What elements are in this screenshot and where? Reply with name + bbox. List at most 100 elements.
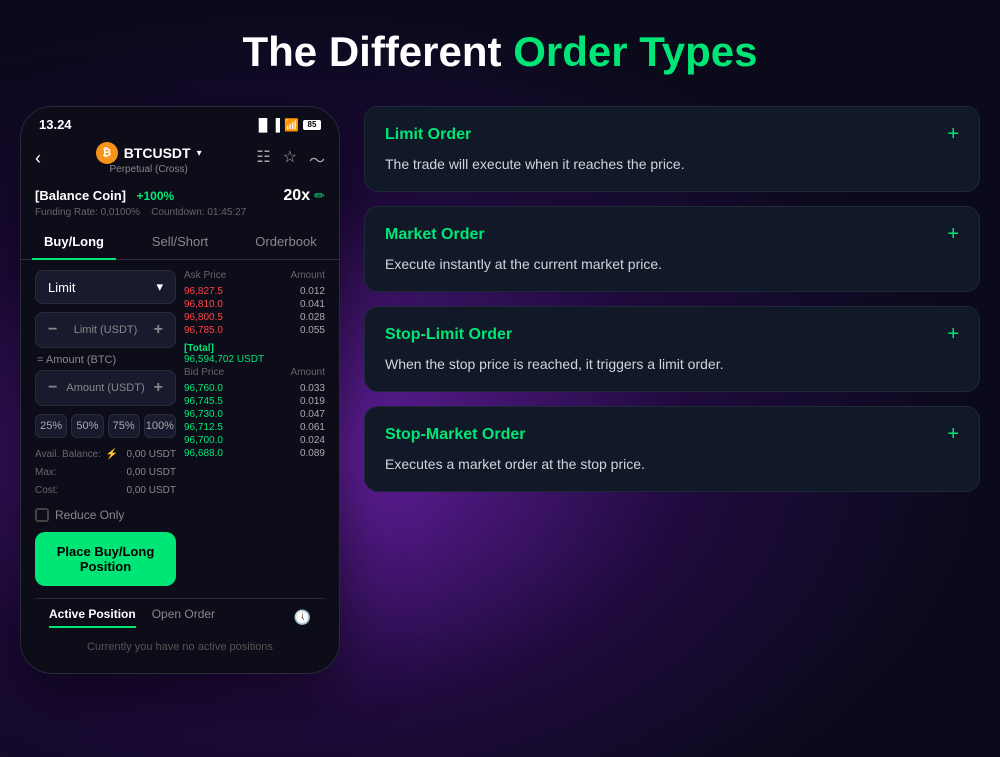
total-label: [Total]: [184, 343, 325, 354]
leverage-badge: 20x: [283, 187, 310, 205]
order-type-label: Limit: [48, 280, 75, 295]
cost-label: Cost:: [35, 482, 58, 500]
market-order-expand-button[interactable]: +: [947, 223, 959, 246]
reduce-only-checkbox[interactable]: [35, 508, 49, 522]
tab-buy-long[interactable]: Buy/Long: [21, 224, 127, 259]
avail-balance-row: Avail. Balance: ⚡ 0,00 USDT: [35, 446, 176, 464]
tab-active-position[interactable]: Active Position: [49, 607, 136, 627]
stop-limit-order-expand-button[interactable]: +: [947, 323, 959, 346]
amount-btc-label: = Amount (BTC): [35, 354, 176, 366]
page-title: The Different Order Types: [243, 28, 758, 76]
pct-25-button[interactable]: 25%: [35, 414, 67, 438]
leverage-row: 20x ✏: [283, 187, 325, 205]
stop-limit-order-card: Stop-Limit Order + When the stop price i…: [364, 306, 980, 392]
reduce-only-label: Reduce Only: [55, 508, 124, 522]
left-column: Limit ▾ − Limit (USDT) + = Amount (BTC) …: [35, 270, 176, 598]
stop-market-order-desc: Executes a market order at the stop pric…: [385, 454, 959, 475]
stop-limit-order-desc: When the stop price is reached, it trigg…: [385, 354, 959, 375]
ask-header: Ask Price Amount: [184, 270, 325, 281]
bid-row-5: 96,700.0 0.024: [184, 434, 325, 447]
phone-mockup: 13.24 ▐▌▐ 📶 85 ‹ ₿ BTCUSDT ▾ Perpetual (…: [20, 106, 340, 674]
back-button[interactable]: ‹: [35, 148, 41, 169]
max-val: 0,00 USDT: [127, 464, 176, 482]
stop-market-order-expand-button[interactable]: +: [947, 423, 959, 446]
pct-row: 25% 50% 75% 100%: [35, 414, 176, 438]
pct-50-button[interactable]: 50%: [71, 414, 103, 438]
market-order-header: Market Order +: [385, 223, 959, 246]
total-section: [Total] 96,594,702 USDT: [184, 343, 325, 365]
balance-label: [Balance Coin]: [35, 188, 126, 203]
stop-market-order-title: Stop-Market Order: [385, 426, 525, 444]
stop-market-order-card: Stop-Market Order + Executes a market or…: [364, 406, 980, 492]
phone-header: ‹ ₿ BTCUSDT ▾ Perpetual (Cross) ☷ ☆ 〜: [21, 138, 339, 181]
main-content: 13.24 ▐▌▐ 📶 85 ‹ ₿ BTCUSDT ▾ Perpetual (…: [20, 106, 980, 674]
trade-tabs: Buy/Long Sell/Short Orderbook: [21, 224, 339, 260]
tab-sell-short[interactable]: Sell/Short: [127, 224, 233, 259]
status-time: 13.24: [39, 117, 72, 132]
bid-header: Bid Price Amount: [184, 367, 325, 378]
stop-market-order-header: Stop-Market Order +: [385, 423, 959, 446]
total-value: 96,594,702 USDT: [184, 354, 325, 365]
wifi-icon: 📶: [284, 118, 299, 132]
pct-75-button[interactable]: 75%: [108, 414, 140, 438]
amount-input-label: Amount (USDT): [57, 382, 153, 394]
edit-leverage-icon[interactable]: ✏: [314, 188, 325, 204]
trend-icon[interactable]: 〜: [309, 147, 325, 171]
title-part1: The Different: [243, 28, 502, 75]
no-positions-text: Currently you have no active positions: [35, 627, 325, 663]
coin-name: BTCUSDT: [124, 145, 191, 161]
bid-row-1: 96,760.0 0.033: [184, 382, 325, 395]
star-icon[interactable]: ☆: [283, 147, 297, 171]
bid-row-2: 96,745.5 0.019: [184, 395, 325, 408]
status-icons: ▐▌▐ 📶 85: [255, 118, 321, 132]
bid-row-4: 96,712.5 0.061: [184, 421, 325, 434]
title-part2: Order Types: [513, 28, 757, 75]
cost-row: Cost: 0,00 USDT: [35, 482, 176, 500]
tab-orderbook[interactable]: Orderbook: [233, 224, 339, 259]
coin-subtitle: Perpetual (Cross): [96, 164, 202, 175]
market-order-card: Market Order + Execute instantly at the …: [364, 206, 980, 292]
limit-order-card: Limit Order + The trade will execute whe…: [364, 106, 980, 192]
coin-dropdown-icon[interactable]: ▾: [197, 148, 202, 159]
place-order-button[interactable]: Place Buy/Long Position: [35, 532, 176, 586]
bid-price-label: Bid Price: [184, 367, 224, 378]
lightning-icon: ⚡: [106, 449, 118, 460]
trade-body: Limit ▾ − Limit (USDT) + = Amount (BTC) …: [21, 260, 339, 673]
bid-amount-label: Amount: [291, 367, 325, 378]
header-icons: ☷ ☆ 〜: [256, 147, 325, 171]
cost-val: 0,00 USDT: [127, 482, 176, 500]
limit-order-title: Limit Order: [385, 126, 471, 144]
amount-plus-button[interactable]: +: [154, 379, 163, 397]
limit-order-expand-button[interactable]: +: [947, 123, 959, 146]
market-order-title: Market Order: [385, 226, 485, 244]
avail-balance-label: Avail. Balance: ⚡: [35, 446, 118, 464]
limit-plus-button[interactable]: +: [154, 321, 163, 339]
ask-amount-label: Amount: [291, 270, 325, 281]
signal-icon: ▐▌▐: [255, 118, 281, 132]
tab-open-order[interactable]: Open Order: [152, 607, 215, 627]
max-label: Max:: [35, 464, 57, 482]
ask-row-4: 96,785.0 0.055: [184, 324, 325, 337]
stats-section: Avail. Balance: ⚡ 0,00 USDT Max: 0,00 US…: [35, 446, 176, 500]
history-icon[interactable]: 🕔: [294, 609, 311, 626]
status-bar: 13.24 ▐▌▐ 📶 85: [21, 107, 339, 138]
limit-minus-button[interactable]: −: [48, 321, 57, 339]
chart-icon[interactable]: ☷: [256, 147, 270, 171]
limit-input-row: − Limit (USDT) +: [35, 312, 176, 348]
order-type-chevron: ▾: [156, 279, 163, 295]
coin-info: ₿ BTCUSDT ▾: [96, 142, 202, 164]
trade-columns: Limit ▾ − Limit (USDT) + = Amount (BTC) …: [35, 270, 325, 598]
amount-minus-button[interactable]: −: [48, 379, 57, 397]
order-type-select[interactable]: Limit ▾: [35, 270, 176, 304]
max-row: Max: 0,00 USDT: [35, 464, 176, 482]
ask-row-3: 96,800.5 0.028: [184, 311, 325, 324]
ask-price-label: Ask Price: [184, 270, 226, 281]
pct-100-button[interactable]: 100%: [144, 414, 176, 438]
stop-limit-order-header: Stop-Limit Order +: [385, 323, 959, 346]
bid-row-6: 96,688.0 0.089: [184, 447, 325, 460]
right-column: Ask Price Amount 96,827.5 0.012 96,810.0…: [184, 270, 325, 598]
ask-row-1: 96,827.5 0.012: [184, 285, 325, 298]
reduce-only-row: Reduce Only: [35, 508, 176, 522]
stop-limit-order-title: Stop-Limit Order: [385, 326, 512, 344]
bottom-tabs: Active Position Open Order 🕔: [35, 598, 325, 627]
